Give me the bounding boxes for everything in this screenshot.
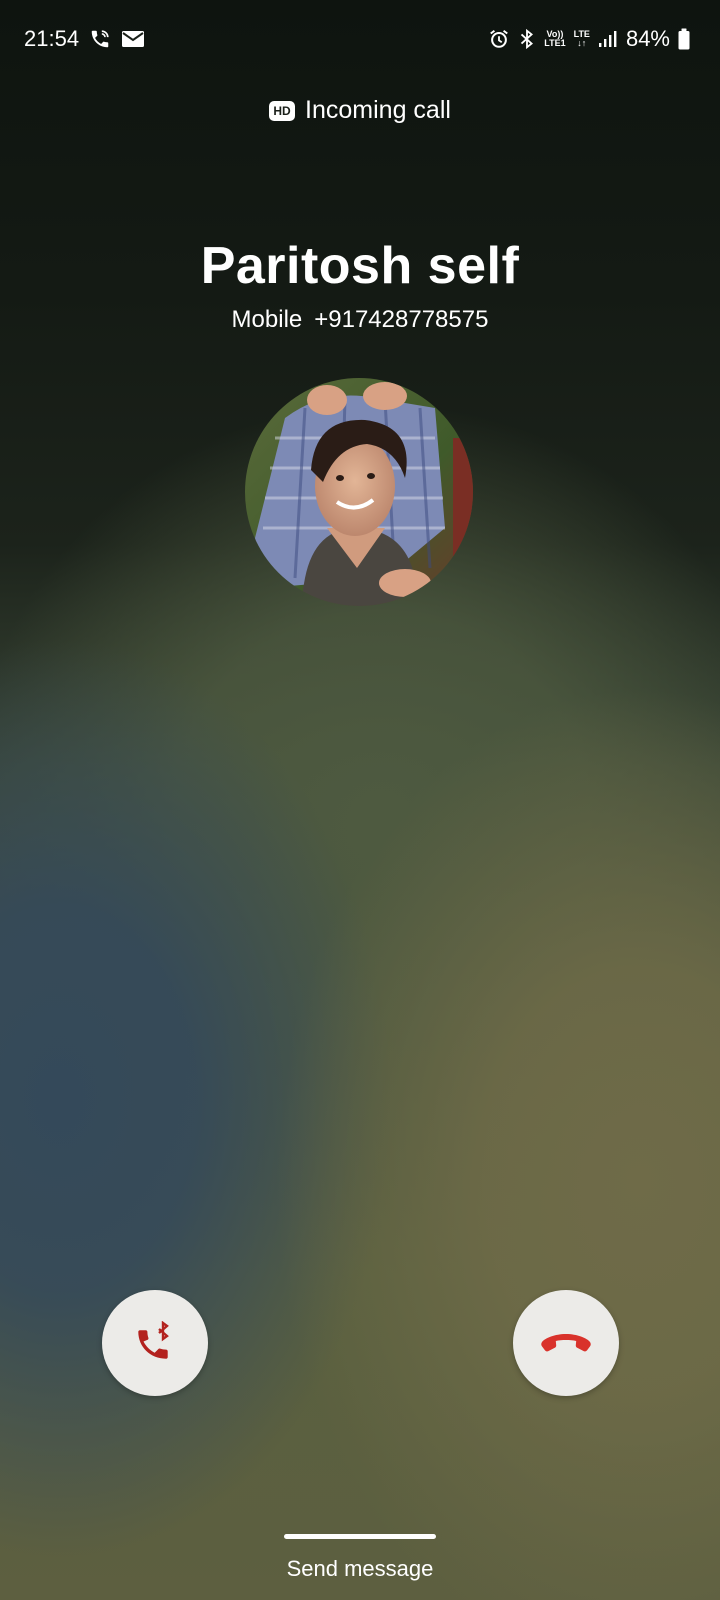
number-type: Mobile (231, 306, 303, 333)
status-bar: 21:54 Vo)) LTE1 LTE ↓↑ 84% (0, 0, 720, 80)
lte-arrows-text: ↓↑ (577, 38, 587, 48)
status-time: 21:54 (24, 26, 80, 51)
phone-number: +917428778575 (314, 306, 489, 333)
bluetooth-icon (518, 28, 536, 50)
hd-voice-badge: HD (269, 100, 296, 121)
bluetooth-phone-icon (133, 1321, 177, 1365)
battery-icon (678, 28, 690, 50)
volte-indicator: Vo)) LTE1 (544, 30, 565, 48)
signal-icon (598, 29, 618, 49)
caller-avatar (245, 378, 473, 606)
caller-number-row: Mobile +917428778575 (0, 306, 720, 334)
lte-indicator: LTE ↓↑ (574, 30, 590, 48)
decline-call-button[interactable] (513, 1290, 619, 1396)
caller-name: Paritosh self (200, 237, 520, 295)
swipe-handle[interactable] (284, 1534, 436, 1539)
wifi-call-icon (89, 28, 111, 50)
send-message-button[interactable]: Send message (0, 1556, 720, 1582)
volte-bottom-text: LTE1 (544, 38, 566, 48)
call-status-text: Incoming call (305, 96, 451, 124)
status-left: 21:54 (24, 26, 145, 52)
alarm-icon (488, 28, 510, 50)
mail-icon (121, 29, 145, 49)
hang-up-icon (539, 1328, 593, 1358)
status-right: Vo)) LTE1 LTE ↓↑ 84% (488, 26, 690, 52)
call-status-header: HD Incoming call (0, 96, 720, 125)
accept-call-button[interactable] (102, 1290, 208, 1396)
battery-percent: 84% (625, 26, 670, 51)
